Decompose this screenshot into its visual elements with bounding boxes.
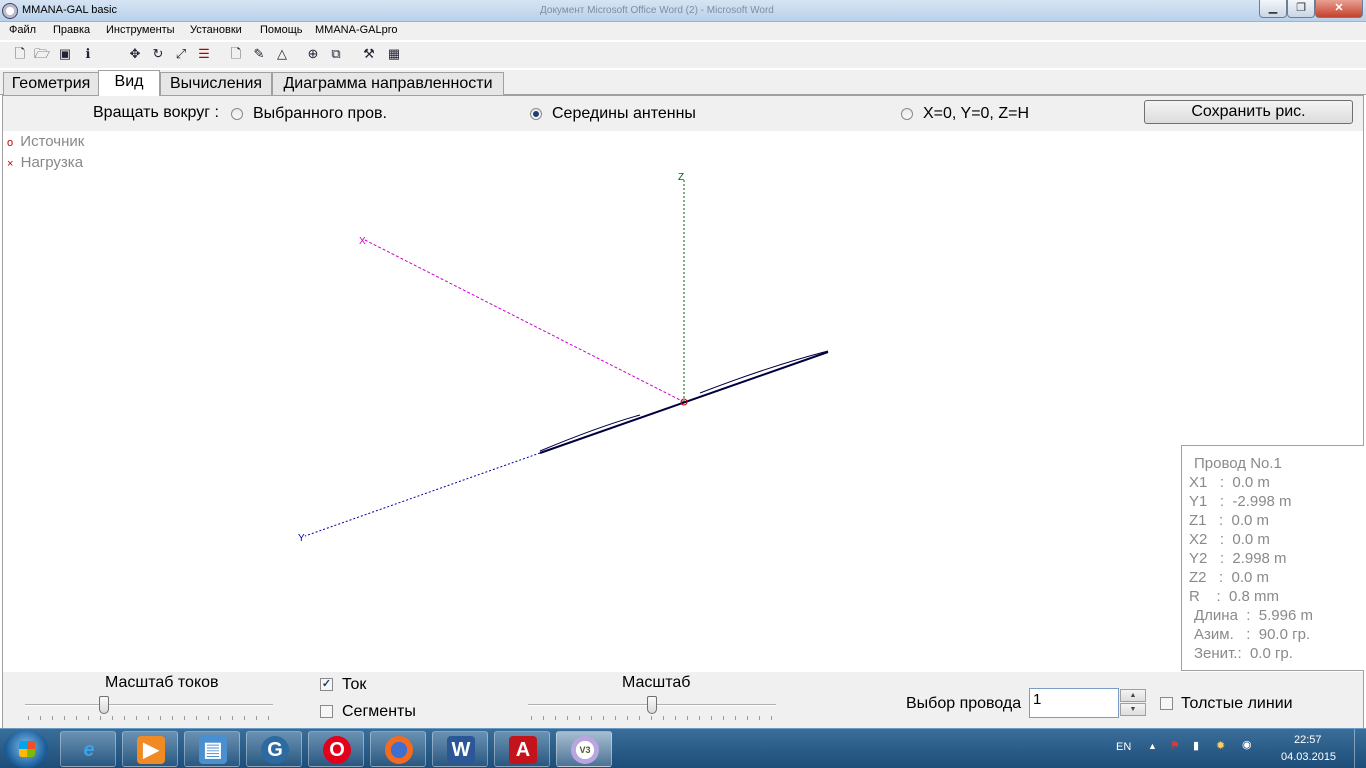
tray-expand-icon[interactable]: ▲ — [1148, 741, 1157, 751]
taskbar-acrobat[interactable]: A — [494, 731, 550, 767]
taskbar-ie[interactable]: e — [60, 731, 116, 767]
scale-ticks — [531, 716, 775, 720]
taskbar-media[interactable]: ▶ — [122, 731, 178, 767]
current-scale-thumb[interactable] — [99, 696, 110, 714]
internet-explorer-icon: e — [83, 739, 95, 761]
wire-azimuth: Азим. : 90.0 гр. — [1194, 626, 1311, 643]
taskbar-opera[interactable]: O — [308, 731, 364, 767]
segments-checkbox-label[interactable]: Сегменты — [342, 703, 416, 721]
wire-x1: X1 : 0.0 m — [1189, 474, 1270, 491]
bottom-controls: Масштаб токов ✓ Ток Сегменты Масштаб Выб… — [3, 672, 1363, 728]
acrobat-icon: A — [509, 736, 537, 764]
scale-thumb[interactable] — [647, 696, 657, 714]
antenna-wire[interactable] — [539, 351, 829, 454]
thick-lines-checkbox[interactable] — [1160, 697, 1173, 710]
network-app-icon: G — [261, 736, 289, 764]
opera-icon: O — [323, 736, 351, 764]
wire-y1: Y1 : -2.998 m — [1189, 493, 1292, 510]
windows-logo-icon — [19, 741, 35, 757]
y-axis-label: Y — [298, 533, 305, 544]
antenna-3d-view[interactable]: Z X Y — [0, 0, 1366, 768]
files-icon: ▤ — [199, 736, 227, 764]
clock-time[interactable]: 22:57 — [1294, 734, 1322, 746]
thick-lines-label[interactable]: Толстые линии — [1181, 695, 1293, 713]
flag-icon[interactable]: ⚑ — [1170, 739, 1180, 752]
wire-length: Длина : 5.996 m — [1194, 607, 1313, 624]
wire-x2: X2 : 0.0 m — [1189, 531, 1270, 548]
wire-y2: Y2 : 2.998 m — [1189, 550, 1287, 567]
start-button[interactable] — [4, 730, 48, 768]
firefox-icon — [385, 736, 413, 764]
wire-select-up-button[interactable]: ▲ — [1120, 689, 1146, 702]
network-tray-icon[interactable]: ✹ — [1216, 739, 1225, 752]
wire-info-panel: Провод No.1 X1 : 0.0 m Y1 : -2.998 m Z1 … — [1181, 445, 1364, 671]
media-player-icon: ▶ — [137, 736, 165, 764]
taskbar: e ▶ ▤ G O W A V3 EN ▲ ⚑ ▮ ✹ ◉ 22:57 04.0… — [0, 728, 1366, 768]
wire-z1: Z1 : 0.0 m — [1189, 512, 1270, 529]
current-scale-label: Масштаб токов — [105, 674, 219, 691]
wire-title: Провод No.1 — [1194, 455, 1282, 472]
wire-zenith: Зенит.: 0.0 гр. — [1194, 645, 1293, 662]
x-axis — [364, 239, 685, 403]
segments-checkbox[interactable] — [320, 705, 333, 718]
taskbar-network[interactable]: G — [246, 731, 302, 767]
taskbar-word[interactable]: W — [432, 731, 488, 767]
wire-z2: Z2 : 0.0 m — [1189, 569, 1270, 586]
volume-icon[interactable]: ◉ — [1242, 738, 1252, 751]
taskbar-mmana[interactable]: V3 — [556, 731, 612, 767]
language-indicator[interactable]: EN — [1116, 741, 1131, 753]
word-icon: W — [447, 736, 475, 764]
current-checkbox-label[interactable]: Ток — [342, 676, 366, 694]
current-scale-track[interactable] — [25, 704, 273, 706]
clock-date[interactable]: 04.03.2015 — [1281, 751, 1336, 763]
device-icon[interactable]: ▮ — [1193, 739, 1199, 752]
x-axis-label: X — [359, 236, 366, 247]
current-scale-ticks — [28, 716, 272, 720]
wire-select-label: Выбор провода — [906, 695, 1022, 712]
z-axis-label: Z — [678, 172, 684, 183]
taskbar-firefox[interactable] — [370, 731, 426, 767]
mmana-icon: V3 — [571, 736, 599, 764]
show-desktop-button[interactable] — [1354, 729, 1366, 768]
current-checkbox[interactable]: ✓ — [320, 678, 333, 691]
scale-label: Масштаб — [622, 674, 691, 691]
tab-view[interactable]: Вид — [98, 70, 160, 96]
wire-select-down-button[interactable]: ▼ — [1120, 703, 1146, 716]
taskbar-files[interactable]: ▤ — [184, 731, 240, 767]
y-axis — [304, 452, 541, 537]
wire-select-input[interactable]: 1 — [1029, 688, 1119, 718]
wire-radius: R : 0.8 mm — [1189, 588, 1280, 605]
